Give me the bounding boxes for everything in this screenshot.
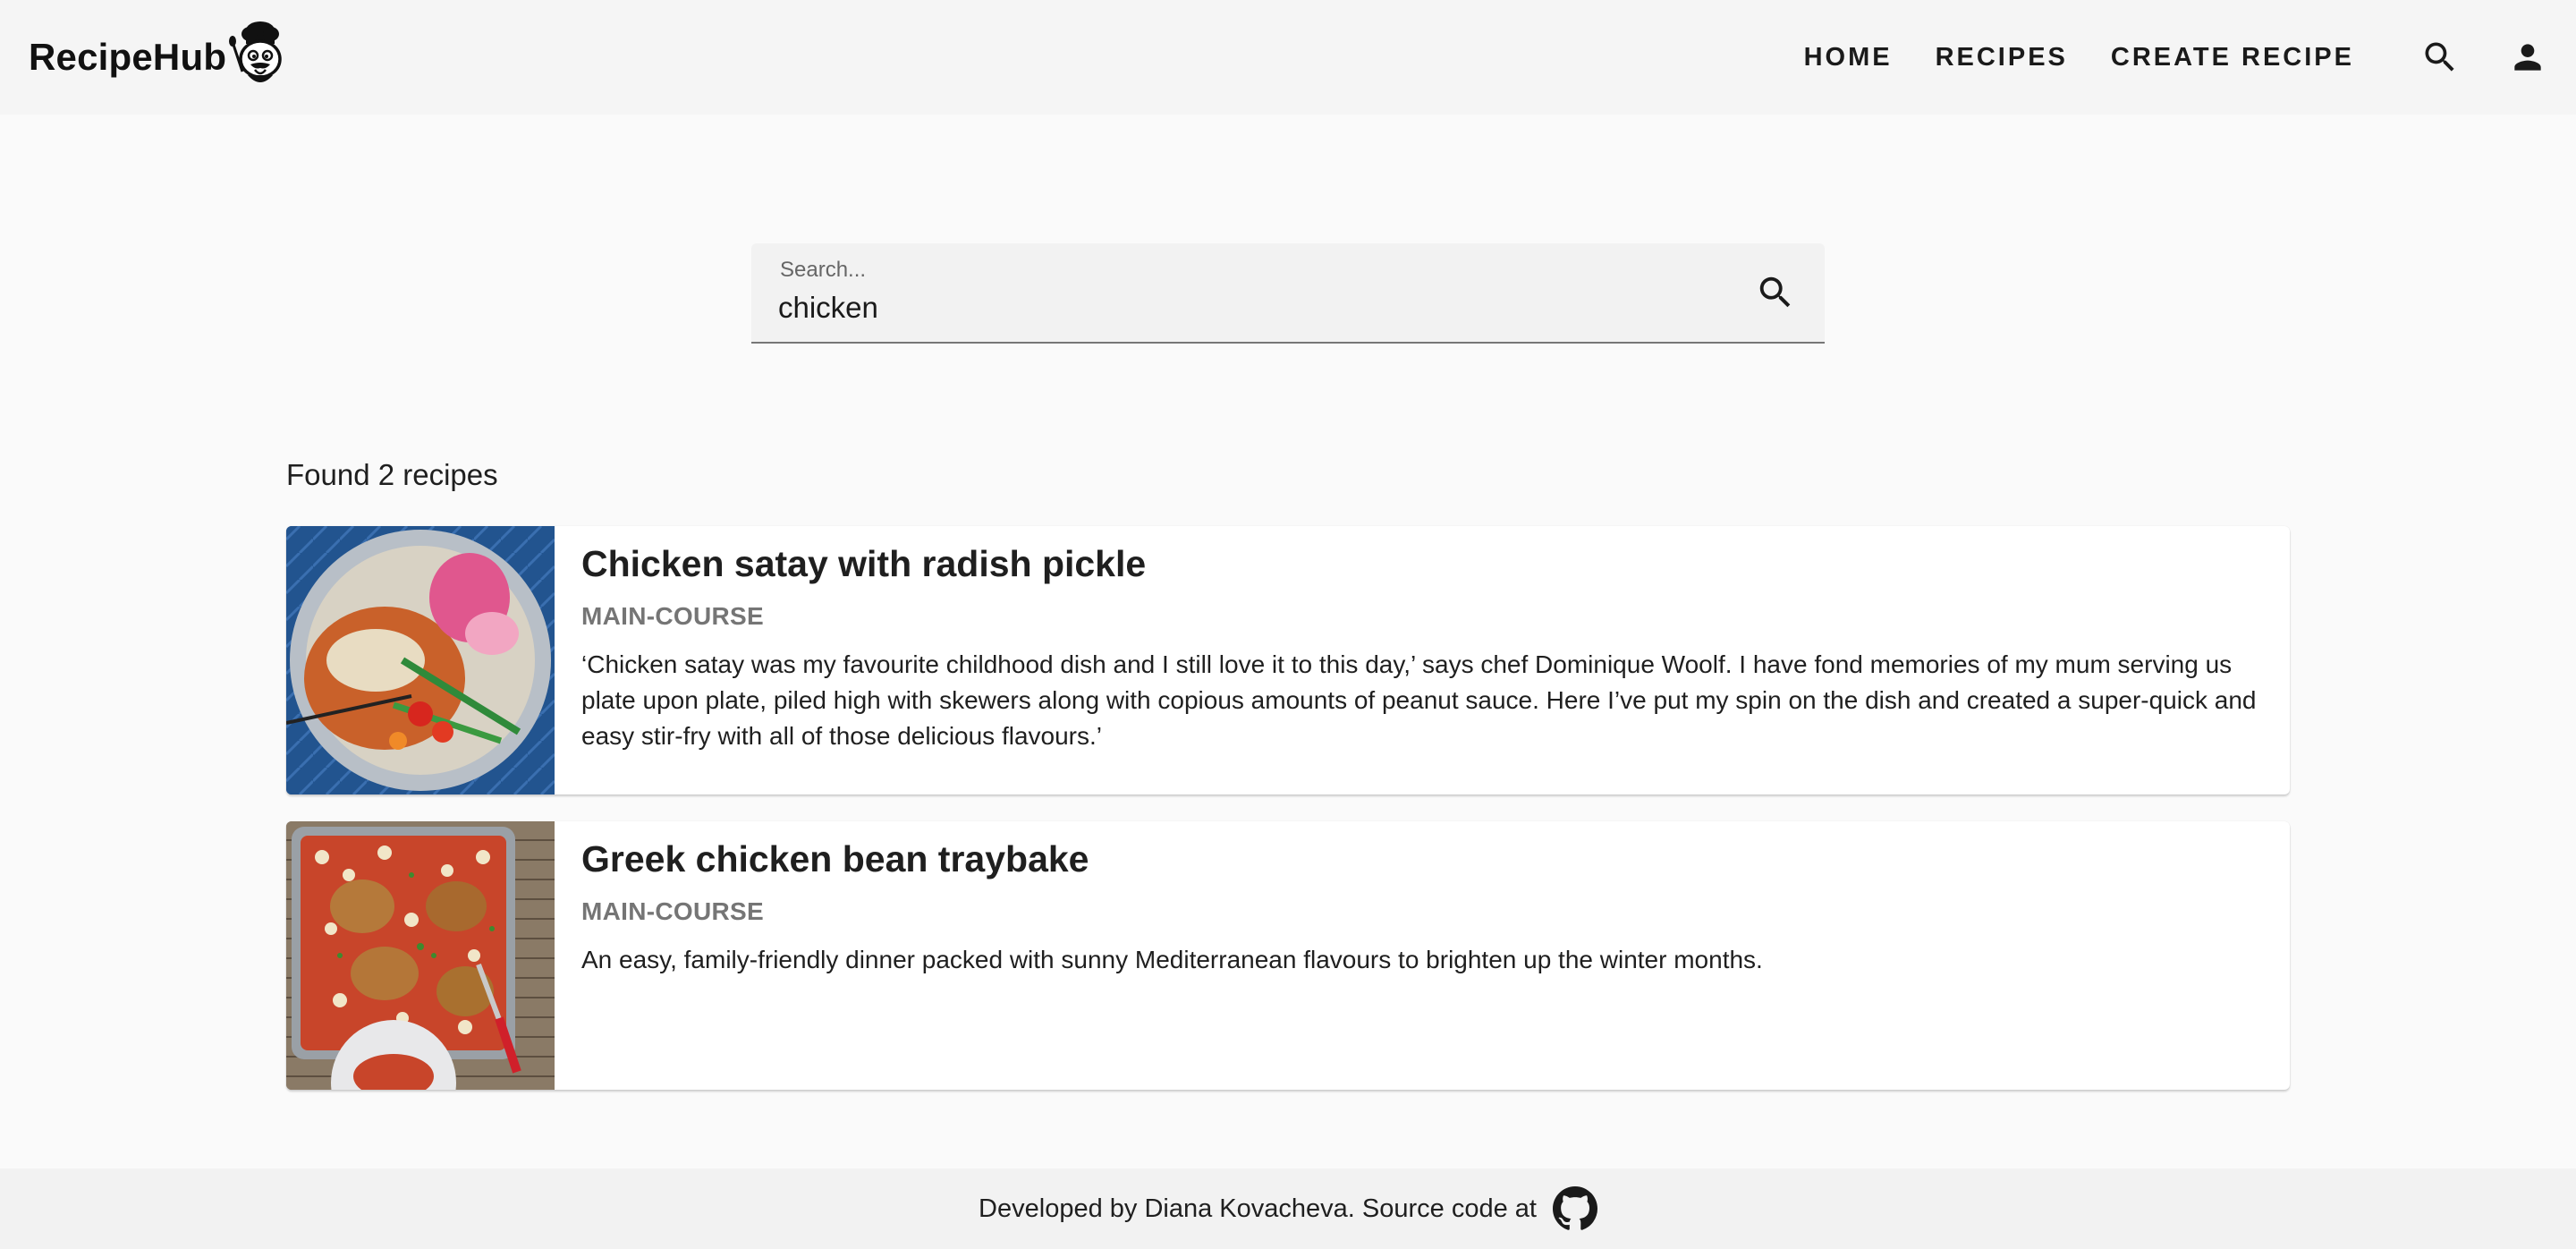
github-icon[interactable] xyxy=(1552,1186,1597,1231)
app-footer: Developed by Diana Kovacheva. Source cod… xyxy=(0,1168,2576,1249)
search-field[interactable]: Search... xyxy=(751,243,1825,344)
recipe-card-body: Greek chicken bean traybake MAIN-COURSE … xyxy=(555,821,2290,1090)
recipe-thumbnail xyxy=(286,526,555,794)
chef-mascot-icon xyxy=(228,18,292,91)
recipe-description: An easy, family-friendly dinner packed w… xyxy=(581,946,1763,974)
brand-name: RecipeHub xyxy=(29,36,227,78)
nav-home[interactable]: HOME xyxy=(1783,43,1914,72)
recipe-description: ‘Chicken satay was my favourite childhoo… xyxy=(581,650,2257,751)
search-button[interactable] xyxy=(1755,272,1796,313)
search-label: Search... xyxy=(780,258,867,282)
recipe-card[interactable]: Chicken satay with radish pickle MAIN-CO… xyxy=(286,526,2290,794)
brand-home-link[interactable]: RecipeHub xyxy=(29,21,292,91)
recipe-title[interactable]: Greek chicken bean traybake xyxy=(581,834,2263,885)
recipe-thumbnail xyxy=(286,821,555,1090)
results-summary: Found 2 recipes xyxy=(286,458,498,491)
recipe-card-body: Chicken satay with radish pickle MAIN-CO… xyxy=(555,526,2290,794)
account-icon[interactable] xyxy=(2508,38,2547,77)
nav-create-recipe[interactable]: CREATE RECIPE xyxy=(2089,43,2376,72)
search-icon xyxy=(1759,276,1791,308)
recipe-category: MAIN-COURSE xyxy=(581,602,764,631)
main-nav: HOME RECIPES CREATE RECIPE xyxy=(1783,38,2547,77)
nav-recipes[interactable]: RECIPES xyxy=(1914,43,2089,72)
search-input[interactable] xyxy=(778,288,1708,327)
app-header: RecipeHub HOME RECIPES CREATE RECIPE xyxy=(0,0,2576,115)
recipe-title[interactable]: Chicken satay with radish pickle xyxy=(581,539,2263,590)
recipe-card[interactable]: Greek chicken bean traybake MAIN-COURSE … xyxy=(286,821,2290,1090)
footer-credit: Developed by Diana Kovacheva. Source cod… xyxy=(979,1194,1537,1223)
recipe-category: MAIN-COURSE xyxy=(581,897,764,926)
search-icon[interactable] xyxy=(2420,38,2460,77)
